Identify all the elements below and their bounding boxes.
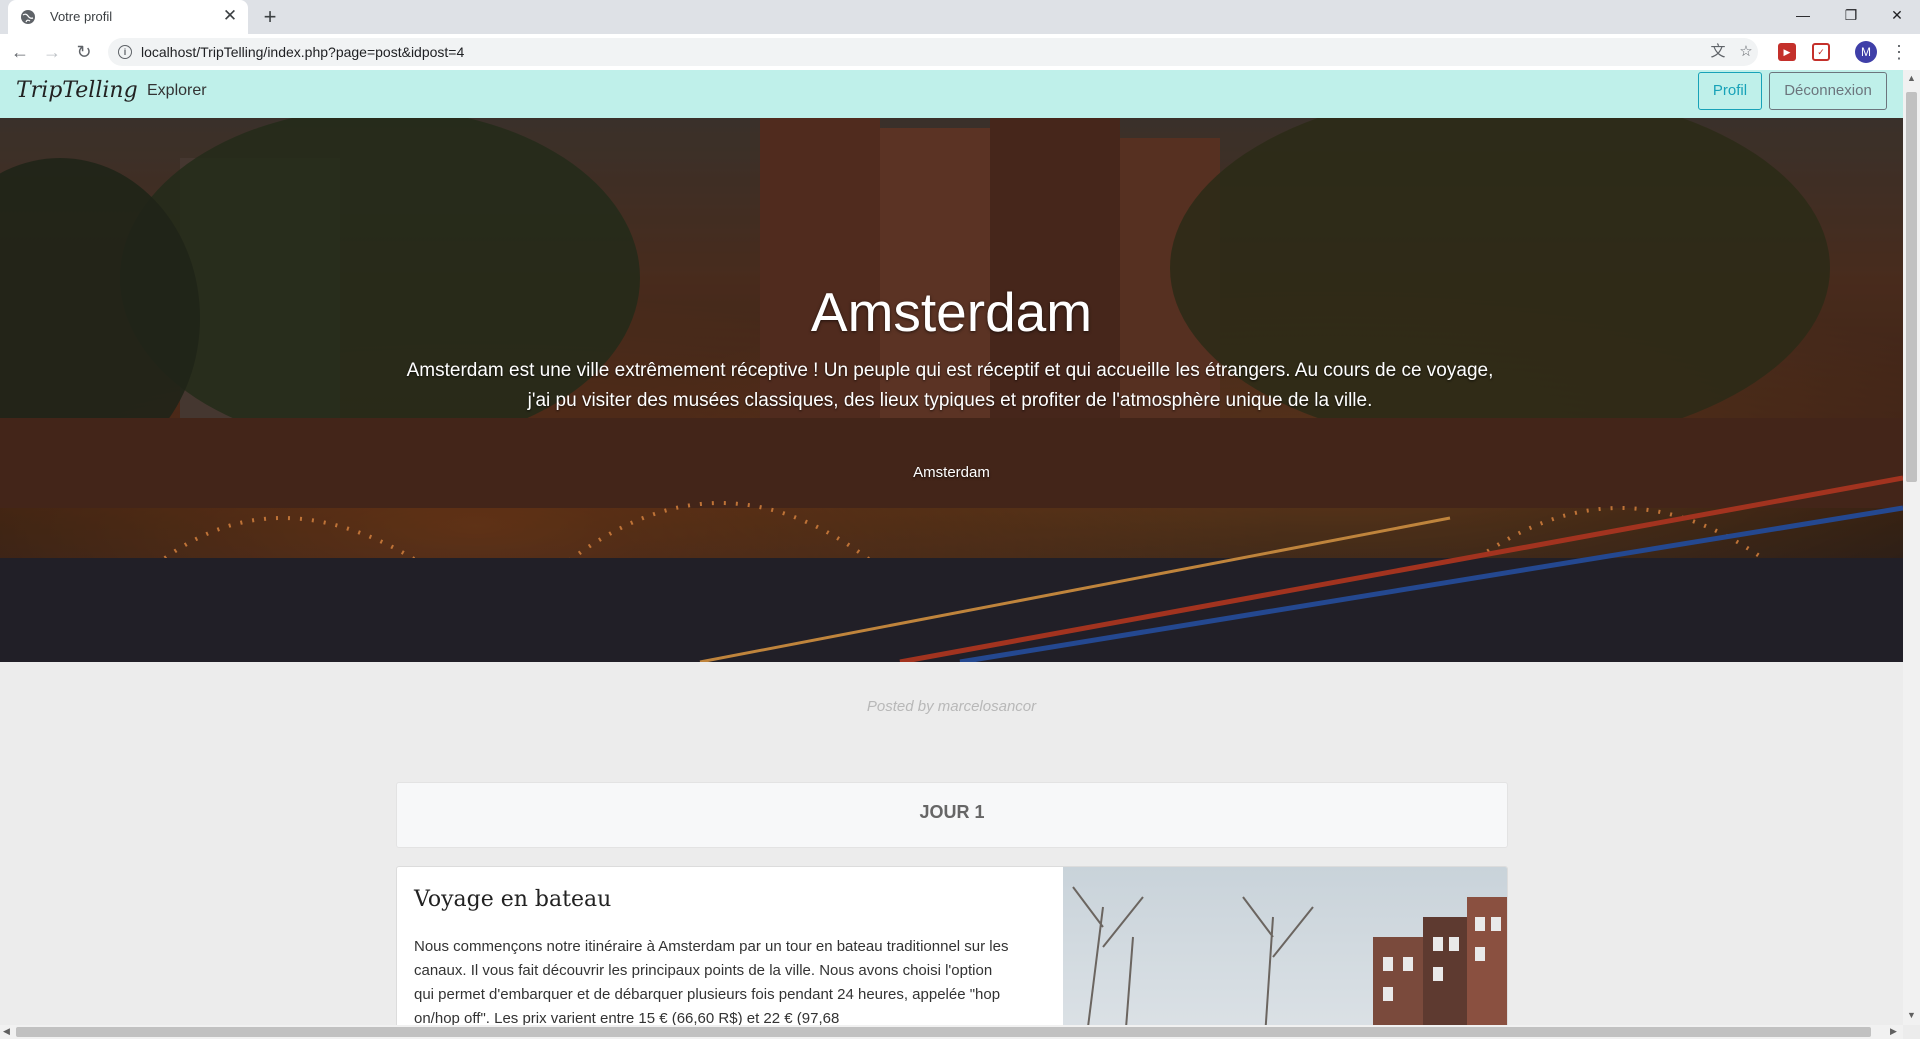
bookmark-star-icon[interactable]: ☆ xyxy=(1736,42,1756,62)
vertical-scrollbar[interactable]: ▲ ▼ xyxy=(1903,70,1920,1025)
scroll-left-arrow-icon[interactable]: ◀ xyxy=(3,1026,10,1037)
pocket-extension-icon[interactable]: ✓ xyxy=(1812,43,1830,61)
step-title: Voyage en bateau xyxy=(414,887,612,912)
posted-by-text: Posted by marcelosancor xyxy=(866,698,1037,715)
forward-icon[interactable]: → xyxy=(40,40,64,64)
hero-description: Amsterdam est une ville extrêmement réce… xyxy=(406,360,1494,411)
step-card: Voyage en bateau Nous commençons notre i… xyxy=(396,866,1508,1025)
nav-explorer-link[interactable]: Explorer xyxy=(147,82,207,100)
scroll-right-arrow-icon[interactable]: ▶ xyxy=(1890,1026,1897,1037)
hero-banner: Amsterdam Amsterdam est une ville extrêm… xyxy=(0,118,1903,662)
step-image xyxy=(1063,867,1507,1025)
browser-toolbar: ← → ↻ i localhost/TripTelling/index.php?… xyxy=(0,34,1920,71)
tab-title: Votre profil xyxy=(50,9,113,24)
step-text: Nous commençons notre itinéraire à Amste… xyxy=(414,938,1009,1025)
close-tab-icon[interactable]: ✕ xyxy=(220,6,240,26)
vertical-scroll-thumb[interactable] xyxy=(1906,92,1917,482)
back-icon[interactable]: ← xyxy=(8,40,32,64)
minimize-icon[interactable]: — xyxy=(1780,0,1826,30)
profil-button[interactable]: Profil xyxy=(1698,72,1762,110)
browser-tab[interactable]: Votre profil ✕ xyxy=(8,0,248,34)
canal-houses-image xyxy=(1072,886,1507,1025)
page-viewport: TripTelling Explorer Profil Déconnexion xyxy=(0,70,1903,1025)
day-label: JOUR 1 xyxy=(919,802,985,822)
site-info-icon[interactable]: i xyxy=(118,45,132,59)
translate-icon[interactable]: 文 xyxy=(1708,42,1728,62)
hero-location-tag: Amsterdam xyxy=(913,464,990,481)
horizontal-scrollbar[interactable]: ◀ ▶ xyxy=(0,1025,1903,1039)
close-window-icon[interactable]: ✕ xyxy=(1874,0,1920,30)
globe-icon xyxy=(21,10,35,24)
new-tab-button[interactable]: + xyxy=(258,5,282,29)
logout-button[interactable]: Déconnexion xyxy=(1769,72,1887,110)
reload-icon[interactable]: ↻ xyxy=(72,40,96,64)
browser-menu-icon[interactable]: ⋮ xyxy=(1890,40,1908,64)
site-brand[interactable]: TripTelling xyxy=(16,78,138,103)
day-header: JOUR 1 xyxy=(396,782,1508,848)
profile-avatar[interactable]: M xyxy=(1855,41,1877,63)
horizontal-scroll-thumb[interactable] xyxy=(16,1027,1871,1037)
youtube-extension-icon[interactable]: ▶ xyxy=(1778,43,1796,61)
restore-icon[interactable]: ❐ xyxy=(1828,0,1874,30)
address-bar[interactable]: i localhost/TripTelling/index.php?page=p… xyxy=(108,38,1758,66)
site-navbar: TripTelling Explorer Profil Déconnexion xyxy=(0,70,1903,118)
browser-tabstrip: Votre profil ✕ + — ❐ ✕ xyxy=(0,0,1920,34)
hero-title: Amsterdam xyxy=(810,281,1093,343)
scroll-up-arrow-icon[interactable]: ▲ xyxy=(1907,73,1916,83)
url-text[interactable]: localhost/TripTelling/index.php?page=pos… xyxy=(141,44,464,60)
scroll-down-arrow-icon[interactable]: ▼ xyxy=(1907,1010,1916,1020)
